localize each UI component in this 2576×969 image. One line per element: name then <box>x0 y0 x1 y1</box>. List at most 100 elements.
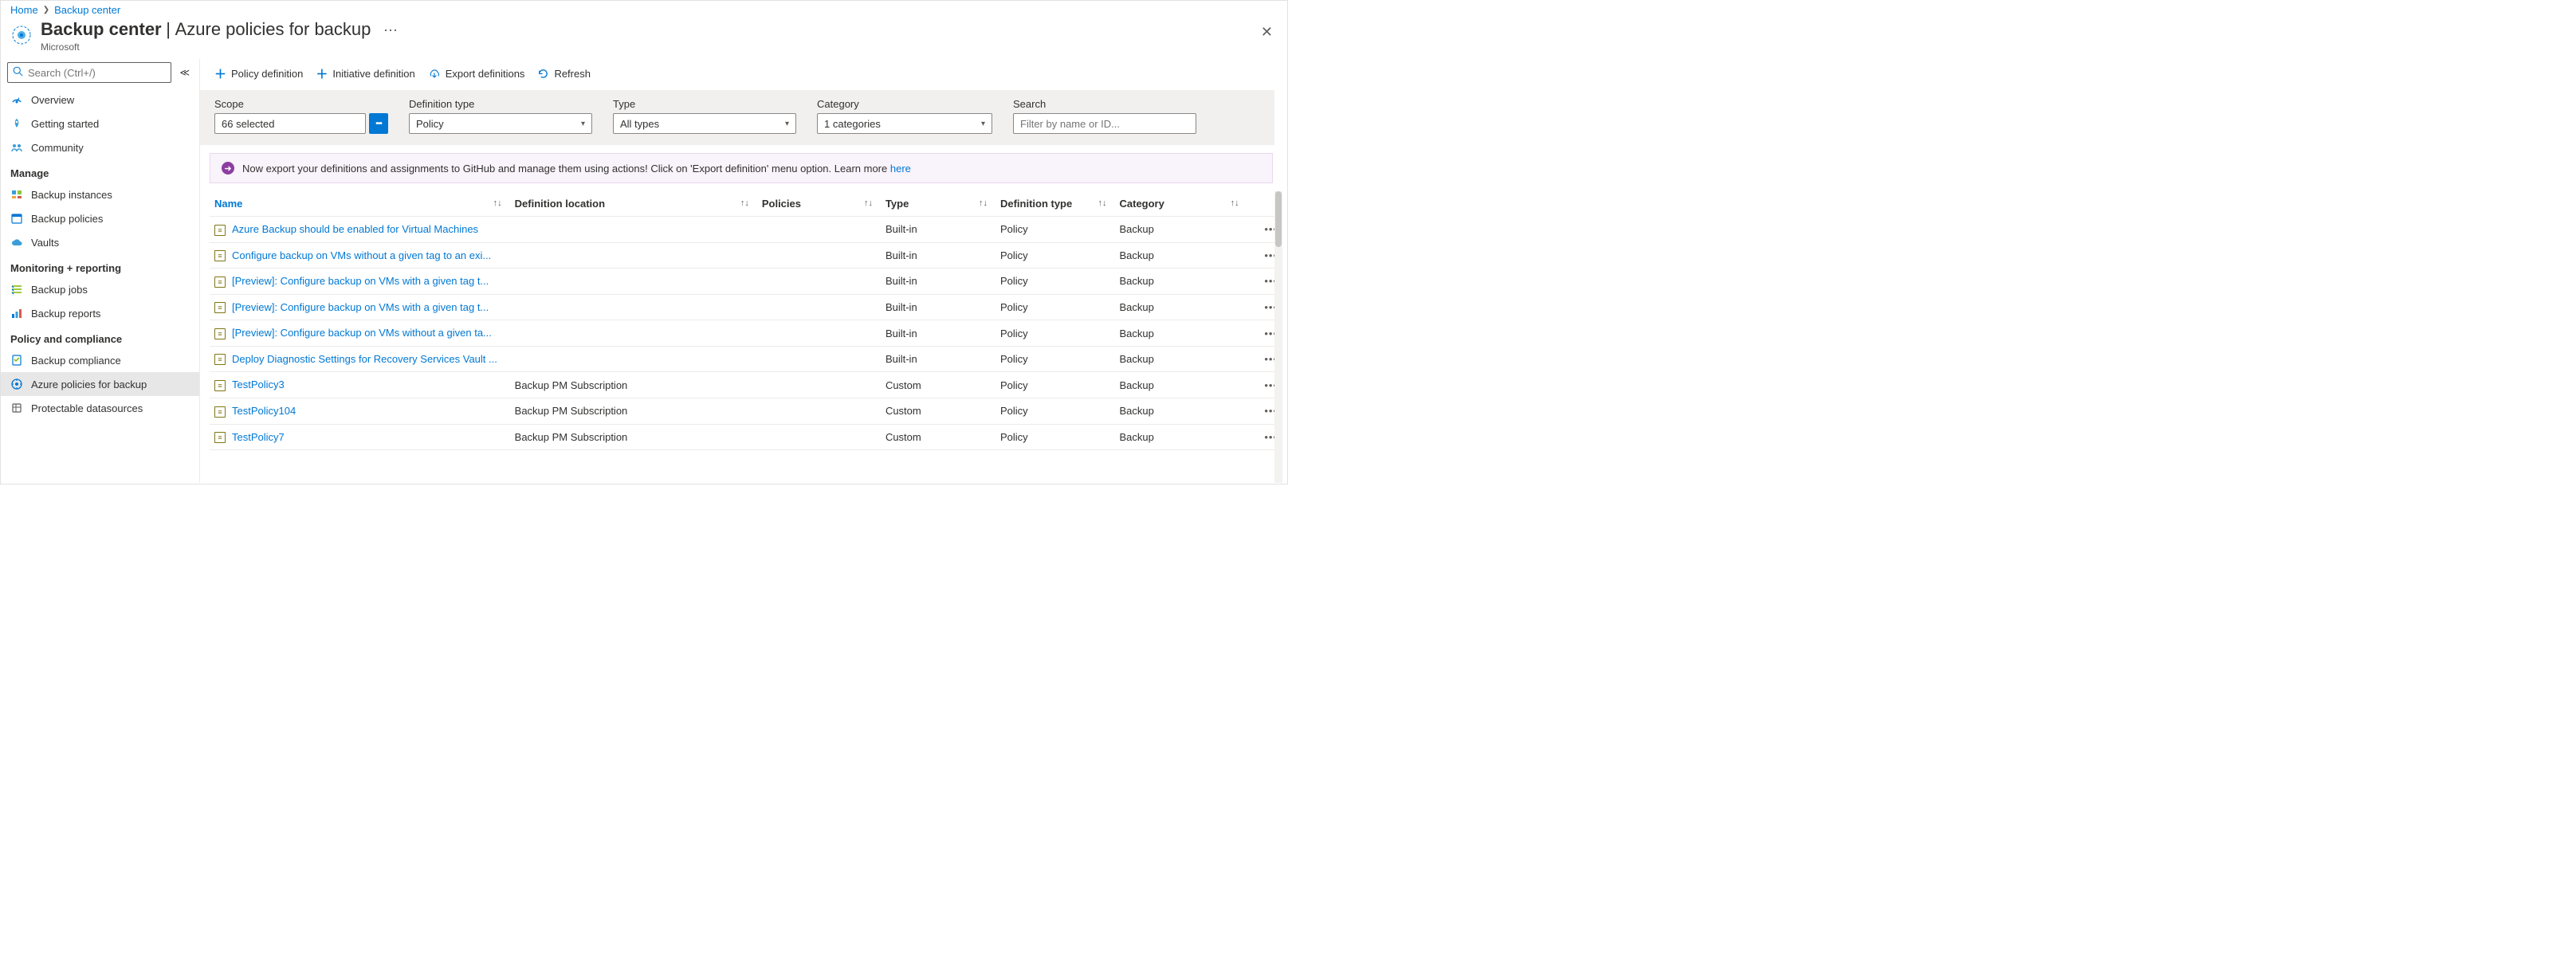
cell-type: Custom <box>881 372 995 398</box>
cell-category: Backup <box>1115 346 1247 372</box>
col-name[interactable]: Name↑↓ <box>210 191 510 217</box>
cell-policies <box>757 242 881 269</box>
breadcrumb-home[interactable]: Home <box>10 4 38 16</box>
cell-deftype: Policy <box>995 294 1115 320</box>
col-deftype[interactable]: Definition type↑↓ <box>995 191 1115 217</box>
table-row[interactable]: ≡ [Preview]: Configure backup on VMs with… <box>210 269 1282 295</box>
policy-name-link[interactable]: [Preview]: Configure backup on VMs with … <box>232 275 489 287</box>
cell-category: Backup <box>1115 269 1247 295</box>
col-type[interactable]: Type↑↓ <box>881 191 995 217</box>
scope-input[interactable]: 66 selected <box>214 113 366 134</box>
sidebar-section-header: Manage <box>1 159 199 182</box>
sidebar-item-getting-started[interactable]: Getting started <box>1 112 199 135</box>
policy-name-link[interactable]: [Preview]: Configure backup on VMs witho… <box>232 327 492 339</box>
sort-icon: ↑↓ <box>493 198 502 208</box>
cell-policies <box>757 424 881 450</box>
cell-deftype: Policy <box>995 346 1115 372</box>
sidebar-item-backup-instances[interactable]: Backup instances <box>1 182 199 206</box>
cell-type: Custom <box>881 398 995 424</box>
info-banner: ➜ Now export your definitions and assign… <box>210 153 1273 183</box>
definition-type-dropdown[interactable]: Policy▾ <box>409 113 592 134</box>
cell-category: Backup <box>1115 217 1247 243</box>
scope-picker-button[interactable]: ••• <box>369 113 388 134</box>
export-definitions-button[interactable]: Export definitions <box>428 68 525 80</box>
cell-category: Backup <box>1115 320 1247 347</box>
policy-doc-icon: ≡ <box>214 302 226 313</box>
close-icon[interactable]: ✕ <box>1258 21 1276 44</box>
policy-name-link[interactable]: TestPolicy104 <box>232 405 296 417</box>
policy-definition-button[interactable]: ＋ Policy definition <box>214 65 303 82</box>
policy-name-link[interactable]: TestPolicy7 <box>232 431 285 443</box>
cell-category: Backup <box>1115 242 1247 269</box>
more-actions-icon[interactable]: ⋯ <box>383 22 398 38</box>
cell-deftype: Policy <box>995 424 1115 450</box>
col-location[interactable]: Definition location↑↓ <box>510 191 757 217</box>
cell-category: Backup <box>1115 398 1247 424</box>
col-category[interactable]: Category↑↓ <box>1115 191 1247 217</box>
sidebar-item-backup-reports[interactable]: Backup reports <box>1 301 199 325</box>
policy-doc-icon: ≡ <box>214 277 226 288</box>
cell-policies <box>757 294 881 320</box>
policy-name-link[interactable]: TestPolicy3 <box>232 379 285 390</box>
table-row[interactable]: ≡TestPolicy104Backup PM SubscriptionCust… <box>210 398 1282 424</box>
sidebar-item-protectable-datasources[interactable]: Protectable datasources <box>1 396 199 420</box>
search-filter-input[interactable] <box>1013 113 1196 134</box>
table-row[interactable]: ≡ [Preview]: Configure backup on VMs with… <box>210 294 1282 320</box>
sidebar-search[interactable] <box>7 62 171 83</box>
sort-icon: ↑↓ <box>979 198 988 208</box>
chevron-down-icon: ▾ <box>785 120 789 128</box>
chevron-down-icon: ▾ <box>581 120 585 128</box>
table-row[interactable]: ≡TestPolicy7Backup PM SubscriptionCustom… <box>210 424 1282 450</box>
cell-category: Backup <box>1115 372 1247 398</box>
cell-type: Built-in <box>881 242 995 269</box>
sidebar-item-label: Getting started <box>31 118 99 130</box>
cell-type: Built-in <box>881 320 995 347</box>
cell-policies <box>757 398 881 424</box>
compliance-icon <box>10 354 23 367</box>
sidebar-item-backup-compliance[interactable]: Backup compliance <box>1 348 199 372</box>
definition-type-label: Definition type <box>409 98 592 110</box>
cell-deftype: Policy <box>995 269 1115 295</box>
cell-policies <box>757 346 881 372</box>
initiative-definition-button[interactable]: ＋ Initiative definition <box>316 65 414 82</box>
cell-location <box>510 242 757 269</box>
policy-name-link[interactable]: [Preview]: Configure backup on VMs with … <box>232 301 489 313</box>
banner-learn-more-link[interactable]: here <box>890 163 911 175</box>
table-row[interactable]: ≡[Preview]: Configure backup on VMs with… <box>210 320 1282 347</box>
instances-icon <box>10 188 23 201</box>
table-row[interactable]: ≡Deploy Diagnostic Settings for Recovery… <box>210 346 1282 372</box>
vertical-scrollbar[interactable] <box>1274 191 1282 483</box>
sidebar-section-header: Policy and compliance <box>1 325 199 348</box>
cell-deftype: Policy <box>995 217 1115 243</box>
policy-icon <box>10 378 23 390</box>
search-label: Search <box>1013 98 1196 110</box>
table-row[interactable]: ≡Azure Backup should be enabled for Virt… <box>210 217 1282 243</box>
sidebar-item-label: Vaults <box>31 237 59 249</box>
cell-type: Built-in <box>881 294 995 320</box>
collapse-sidebar-icon[interactable]: ≪ <box>176 64 193 81</box>
table-row[interactable]: ≡Configure backup on VMs without a given… <box>210 242 1282 269</box>
cell-location: Backup PM Subscription <box>510 424 757 450</box>
policy-name-link[interactable]: Configure backup on VMs without a given … <box>232 249 491 261</box>
cell-deftype: Policy <box>995 398 1115 424</box>
breadcrumb-current[interactable]: Backup center <box>54 4 120 16</box>
policy-doc-icon: ≡ <box>214 380 226 391</box>
col-policies[interactable]: Policies↑↓ <box>757 191 881 217</box>
sidebar-item-label: Backup compliance <box>31 355 121 367</box>
sidebar-search-input[interactable] <box>28 67 166 79</box>
table-row[interactable]: ≡TestPolicy3Backup PM SubscriptionCustom… <box>210 372 1282 398</box>
cell-deftype: Policy <box>995 320 1115 347</box>
sidebar-item-overview[interactable]: Overview <box>1 88 199 112</box>
sidebar-item-backup-jobs[interactable]: Backup jobs <box>1 277 199 301</box>
sidebar-item-community[interactable]: Community <box>1 135 199 159</box>
refresh-button[interactable]: Refresh <box>537 68 591 80</box>
category-dropdown[interactable]: 1 categories▾ <box>817 113 992 134</box>
sidebar-item-backup-policies[interactable]: Backup policies <box>1 206 199 230</box>
policy-name-link[interactable]: Azure Backup should be enabled for Virtu… <box>232 223 478 235</box>
type-dropdown[interactable]: All types▾ <box>613 113 796 134</box>
policy-name-link[interactable]: Deploy Diagnostic Settings for Recovery … <box>232 353 497 365</box>
filter-bar: Scope 66 selected ••• Definition type Po… <box>200 90 1284 145</box>
sidebar-item-azure-policies-for-backup[interactable]: Azure policies for backup <box>1 372 199 396</box>
page-subtitle: Azure policies for backup <box>175 19 371 39</box>
sidebar-item-vaults[interactable]: Vaults <box>1 230 199 254</box>
